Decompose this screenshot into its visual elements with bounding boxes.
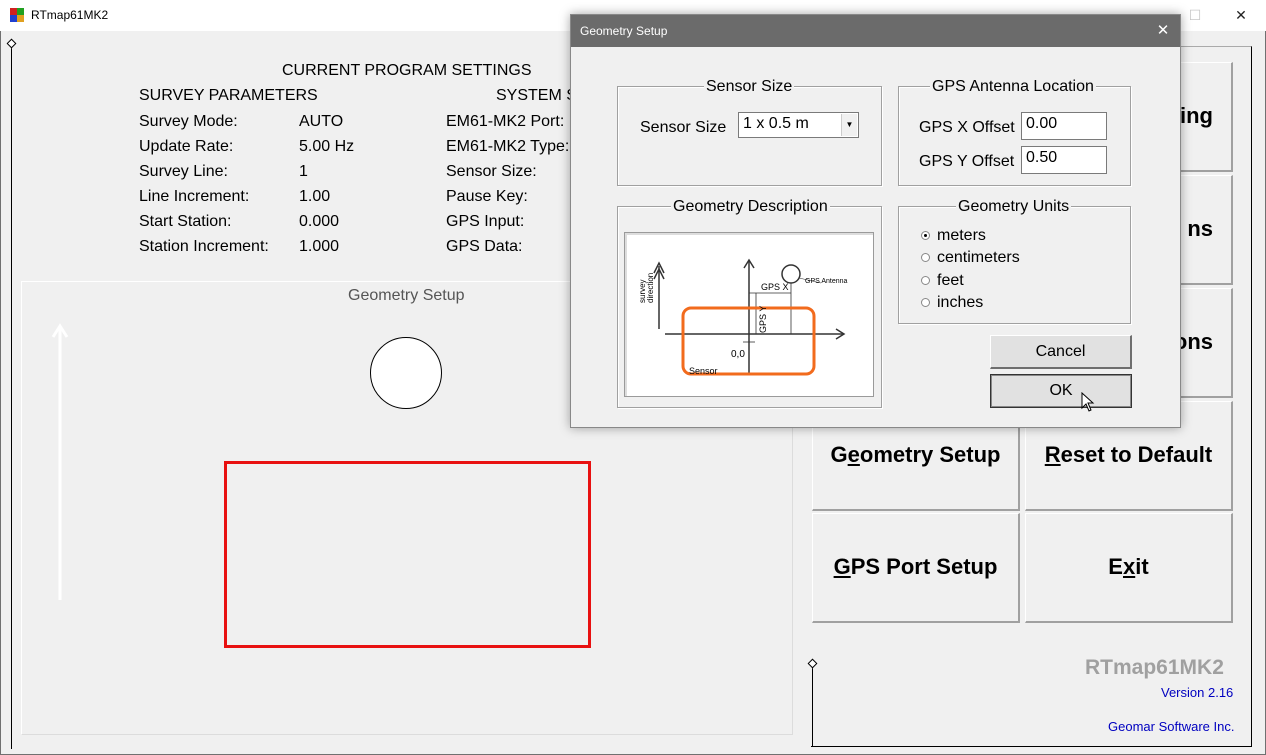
units-feet-label[interactable]: feet [937, 272, 964, 290]
sensor-size-group-title: Sensor Size [704, 78, 795, 96]
geometry-diagram: survey direction GPS X GPS Y GPS Antenna… [624, 232, 874, 397]
panel-splitter-line [812, 664, 813, 746]
diagram-gps-antenna-label: GPS Antenna [805, 278, 848, 285]
gps-antenna-marker [370, 337, 442, 409]
units-inches-radio[interactable] [921, 298, 930, 307]
geometry-preview-title: Geometry Setup [348, 287, 465, 304]
survey-mode-label: Survey Mode: [139, 113, 238, 130]
sensor-size-selected-value: 1 x 0.5 m [743, 115, 809, 132]
diagram-origin-label: 0,0 [731, 349, 745, 360]
line-increment-label: Line Increment: [139, 188, 250, 205]
diagram-gps-y-label: GPS Y [758, 305, 768, 333]
diagram-direction-label: direction [646, 272, 655, 303]
em61-type-label: EM61-MK2 Type: [446, 138, 570, 155]
sensor-size-select[interactable]: 1 x 0.5 m ▼ [738, 112, 859, 138]
pause-key-label: Pause Key: [446, 188, 528, 205]
dialog-close-icon[interactable]: ✕ [1146, 15, 1180, 47]
update-rate-label: Update Rate: [139, 138, 234, 155]
diagram-gps-x-label: GPS X [761, 282, 789, 292]
station-increment-value: 1.000 [299, 238, 340, 255]
geometry-units-title: Geometry Units [956, 198, 1072, 216]
system-settings-title: SYSTEM S [496, 87, 577, 104]
line-increment-value: 1.00 [299, 188, 331, 205]
app-logo-icon [9, 7, 25, 23]
cancel-button[interactable]: Cancel [990, 335, 1132, 369]
gps-port-setup-button[interactable]: GPS Port Setup [812, 513, 1020, 623]
station-increment-label: Station Increment: [139, 238, 269, 255]
survey-direction-arrow-icon [51, 323, 69, 600]
geometry-description-title: Geometry Description [671, 198, 830, 216]
units-feet-radio[interactable] [921, 276, 930, 285]
geometry-setup-dialog: Geometry Setup ✕ Sensor Size Sensor Size… [570, 14, 1181, 428]
survey-parameters-title: SURVEY PARAMETERS [139, 87, 318, 104]
company-name: Geomar Software Inc. [1108, 719, 1235, 734]
sensor-footprint [224, 461, 591, 648]
exit-button[interactable]: Exit [1025, 513, 1233, 623]
gps-x-offset-input[interactable]: 0.00 [1021, 112, 1107, 140]
gps-y-offset-label: GPS Y Offset [919, 153, 1015, 170]
settings-heading: CURRENT PROGRAM SETTINGS [282, 62, 532, 79]
update-rate-value: 5.00 Hz [299, 138, 355, 155]
units-inches-label[interactable]: inches [937, 294, 983, 312]
product-name: RTmap61MK2 [1085, 656, 1224, 679]
gps-data-label: GPS Data: [446, 238, 523, 255]
sensor-size-label: Sensor Size: [446, 163, 537, 180]
units-centimeters-radio[interactable] [921, 253, 930, 262]
units-centimeters-label[interactable]: centimeters [937, 249, 1020, 267]
gps-y-offset-input[interactable]: 0.50 [1021, 146, 1107, 174]
chevron-down-icon[interactable]: ▼ [841, 114, 857, 136]
gps-x-offset-label: GPS X Offset [919, 119, 1015, 136]
diagram-sensor-label: Sensor [689, 366, 718, 376]
survey-line-label: Survey Line: [139, 163, 228, 180]
units-meters-label[interactable]: meters [937, 227, 986, 245]
start-station-value: 0.000 [299, 213, 340, 230]
ok-button[interactable]: OK [990, 374, 1132, 408]
survey-line-value: 1 [299, 163, 308, 180]
version-label: Version 2.16 [1161, 685, 1234, 700]
survey-mode-value: AUTO [299, 113, 344, 130]
gps-input-label: GPS Input: [446, 213, 525, 230]
sensor-size-field-label: Sensor Size [640, 119, 727, 136]
start-station-label: Start Station: [139, 213, 232, 230]
left-splitter-line [11, 44, 12, 749]
close-icon[interactable]: ✕ [1218, 0, 1264, 31]
gps-antenna-group-title: GPS Antenna Location [930, 78, 1096, 96]
dialog-title-bar: Geometry Setup ✕ [571, 15, 1180, 47]
units-meters-radio[interactable] [921, 231, 930, 240]
window-title: RTmap61MK2 [31, 8, 109, 22]
mouse-cursor-icon [1081, 392, 1095, 412]
em61-port-label: EM61-MK2 Port: [446, 113, 565, 130]
geometry-diagram-drawing [653, 258, 846, 376]
dialog-title: Geometry Setup [580, 24, 668, 38]
